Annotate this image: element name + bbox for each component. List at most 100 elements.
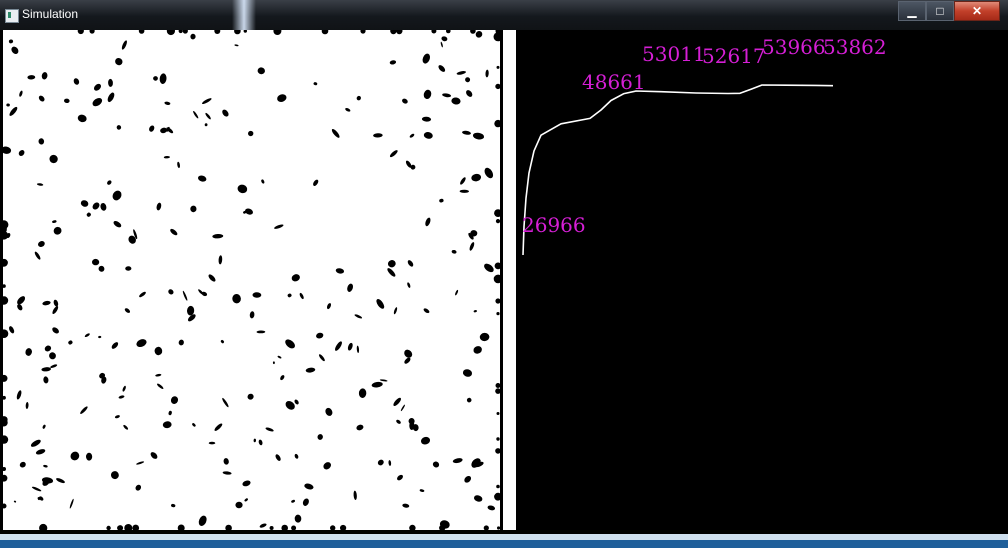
- edge-gap: [2, 395, 6, 400]
- void-gap: [38, 241, 45, 247]
- void-gap: [42, 424, 46, 429]
- void-gap: [400, 404, 405, 412]
- population-chart: 26966 48661 53011526175396653862: [522, 35, 887, 256]
- void-gap: [124, 308, 131, 313]
- void-gap: [479, 332, 490, 342]
- void-gap: [423, 132, 433, 139]
- void-gap: [305, 367, 316, 373]
- data-label: 53966: [762, 35, 826, 59]
- void-gap: [272, 361, 275, 365]
- void-gap: [41, 367, 51, 372]
- void-gap: [197, 175, 207, 182]
- void-gap: [11, 46, 19, 54]
- void-gap: [235, 501, 243, 509]
- edge-gap: [243, 29, 247, 33]
- void-gap: [409, 133, 415, 138]
- void-gap: [150, 452, 158, 459]
- void-gap: [25, 348, 32, 356]
- void-gap: [168, 289, 174, 295]
- void-gap: [18, 150, 25, 156]
- void-gap: [42, 300, 51, 306]
- void-gap: [456, 71, 467, 75]
- void-gap: [177, 161, 180, 169]
- void-gap: [19, 90, 23, 97]
- simulation-window: Simulation ▁ □ ✕ 26966 48661 53011 52617 539…: [0, 0, 1008, 540]
- void-gap: [291, 499, 296, 503]
- void-gap: [404, 357, 411, 364]
- void-gap: [242, 480, 251, 487]
- void-gap: [373, 133, 383, 138]
- caption-buttons: ▁ □ ✕: [898, 1, 1000, 21]
- void-gap: [64, 98, 70, 104]
- edge-gap: [483, 525, 489, 531]
- void-gap: [425, 217, 431, 227]
- void-gap: [388, 460, 392, 466]
- void-gap: [313, 179, 319, 186]
- void-gap: [17, 296, 26, 305]
- void-gap: [466, 397, 472, 403]
- edge-gap: [396, 27, 403, 35]
- void-gap: [393, 307, 398, 315]
- edge-gap: [291, 525, 297, 531]
- edge-gap: [330, 525, 336, 531]
- edge-gap: [182, 28, 188, 34]
- void-gap: [421, 116, 432, 122]
- edge-gap: [234, 27, 241, 35]
- void-gap: [43, 376, 49, 384]
- edge-gap: [0, 374, 8, 382]
- void-gap: [285, 339, 295, 349]
- void-gap: [25, 402, 29, 409]
- close-button[interactable]: ✕: [954, 1, 1000, 21]
- data-label: 53011: [642, 42, 706, 66]
- void-gap: [116, 125, 122, 130]
- void-gap: [113, 221, 122, 228]
- void-gap: [356, 424, 364, 431]
- void-gap: [198, 515, 207, 526]
- void-gap: [407, 282, 411, 288]
- void-gap: [168, 410, 172, 416]
- void-gap: [170, 396, 179, 404]
- void-gap: [389, 60, 397, 65]
- void-gap: [43, 464, 48, 468]
- void-gap: [317, 434, 323, 440]
- void-gap: [452, 458, 463, 464]
- void-gap: [335, 268, 345, 274]
- maximize-button[interactable]: □: [926, 1, 954, 21]
- void-gap: [474, 495, 483, 502]
- data-label: 53862: [823, 35, 887, 59]
- void-gap: [182, 290, 188, 301]
- void-gap: [208, 274, 216, 282]
- void-gap: [265, 427, 274, 432]
- void-gap: [376, 299, 385, 309]
- title-bar-glare: [232, 0, 256, 30]
- void-gap: [420, 436, 431, 445]
- void-gap: [422, 53, 431, 64]
- void-gap: [107, 180, 112, 185]
- void-gap: [451, 249, 457, 254]
- app-icon[interactable]: [5, 9, 19, 23]
- void-gap: [377, 459, 384, 466]
- void-gap: [459, 189, 469, 193]
- void-gap: [256, 330, 266, 334]
- void-gap: [484, 263, 494, 273]
- title-bar[interactable]: Simulation ▁ □ ✕: [0, 0, 1008, 30]
- void-gap: [84, 333, 90, 338]
- void-gap: [178, 339, 184, 346]
- void-gap: [304, 483, 314, 490]
- edge-gap: [431, 28, 437, 34]
- void-gap: [313, 82, 318, 86]
- void-gap: [154, 346, 163, 356]
- edge-gap: [446, 28, 451, 34]
- void-gap: [222, 471, 232, 475]
- void-gap: [52, 327, 59, 334]
- void-gap: [156, 383, 164, 390]
- void-gap: [220, 339, 224, 344]
- void-gap: [354, 314, 363, 319]
- void-gap: [487, 505, 496, 511]
- void-gap: [93, 83, 102, 91]
- void-gap: [92, 258, 100, 266]
- void-gap: [316, 332, 324, 339]
- void-gap: [52, 220, 57, 223]
- minimize-button[interactable]: ▁: [898, 1, 926, 21]
- void-gap: [237, 184, 248, 194]
